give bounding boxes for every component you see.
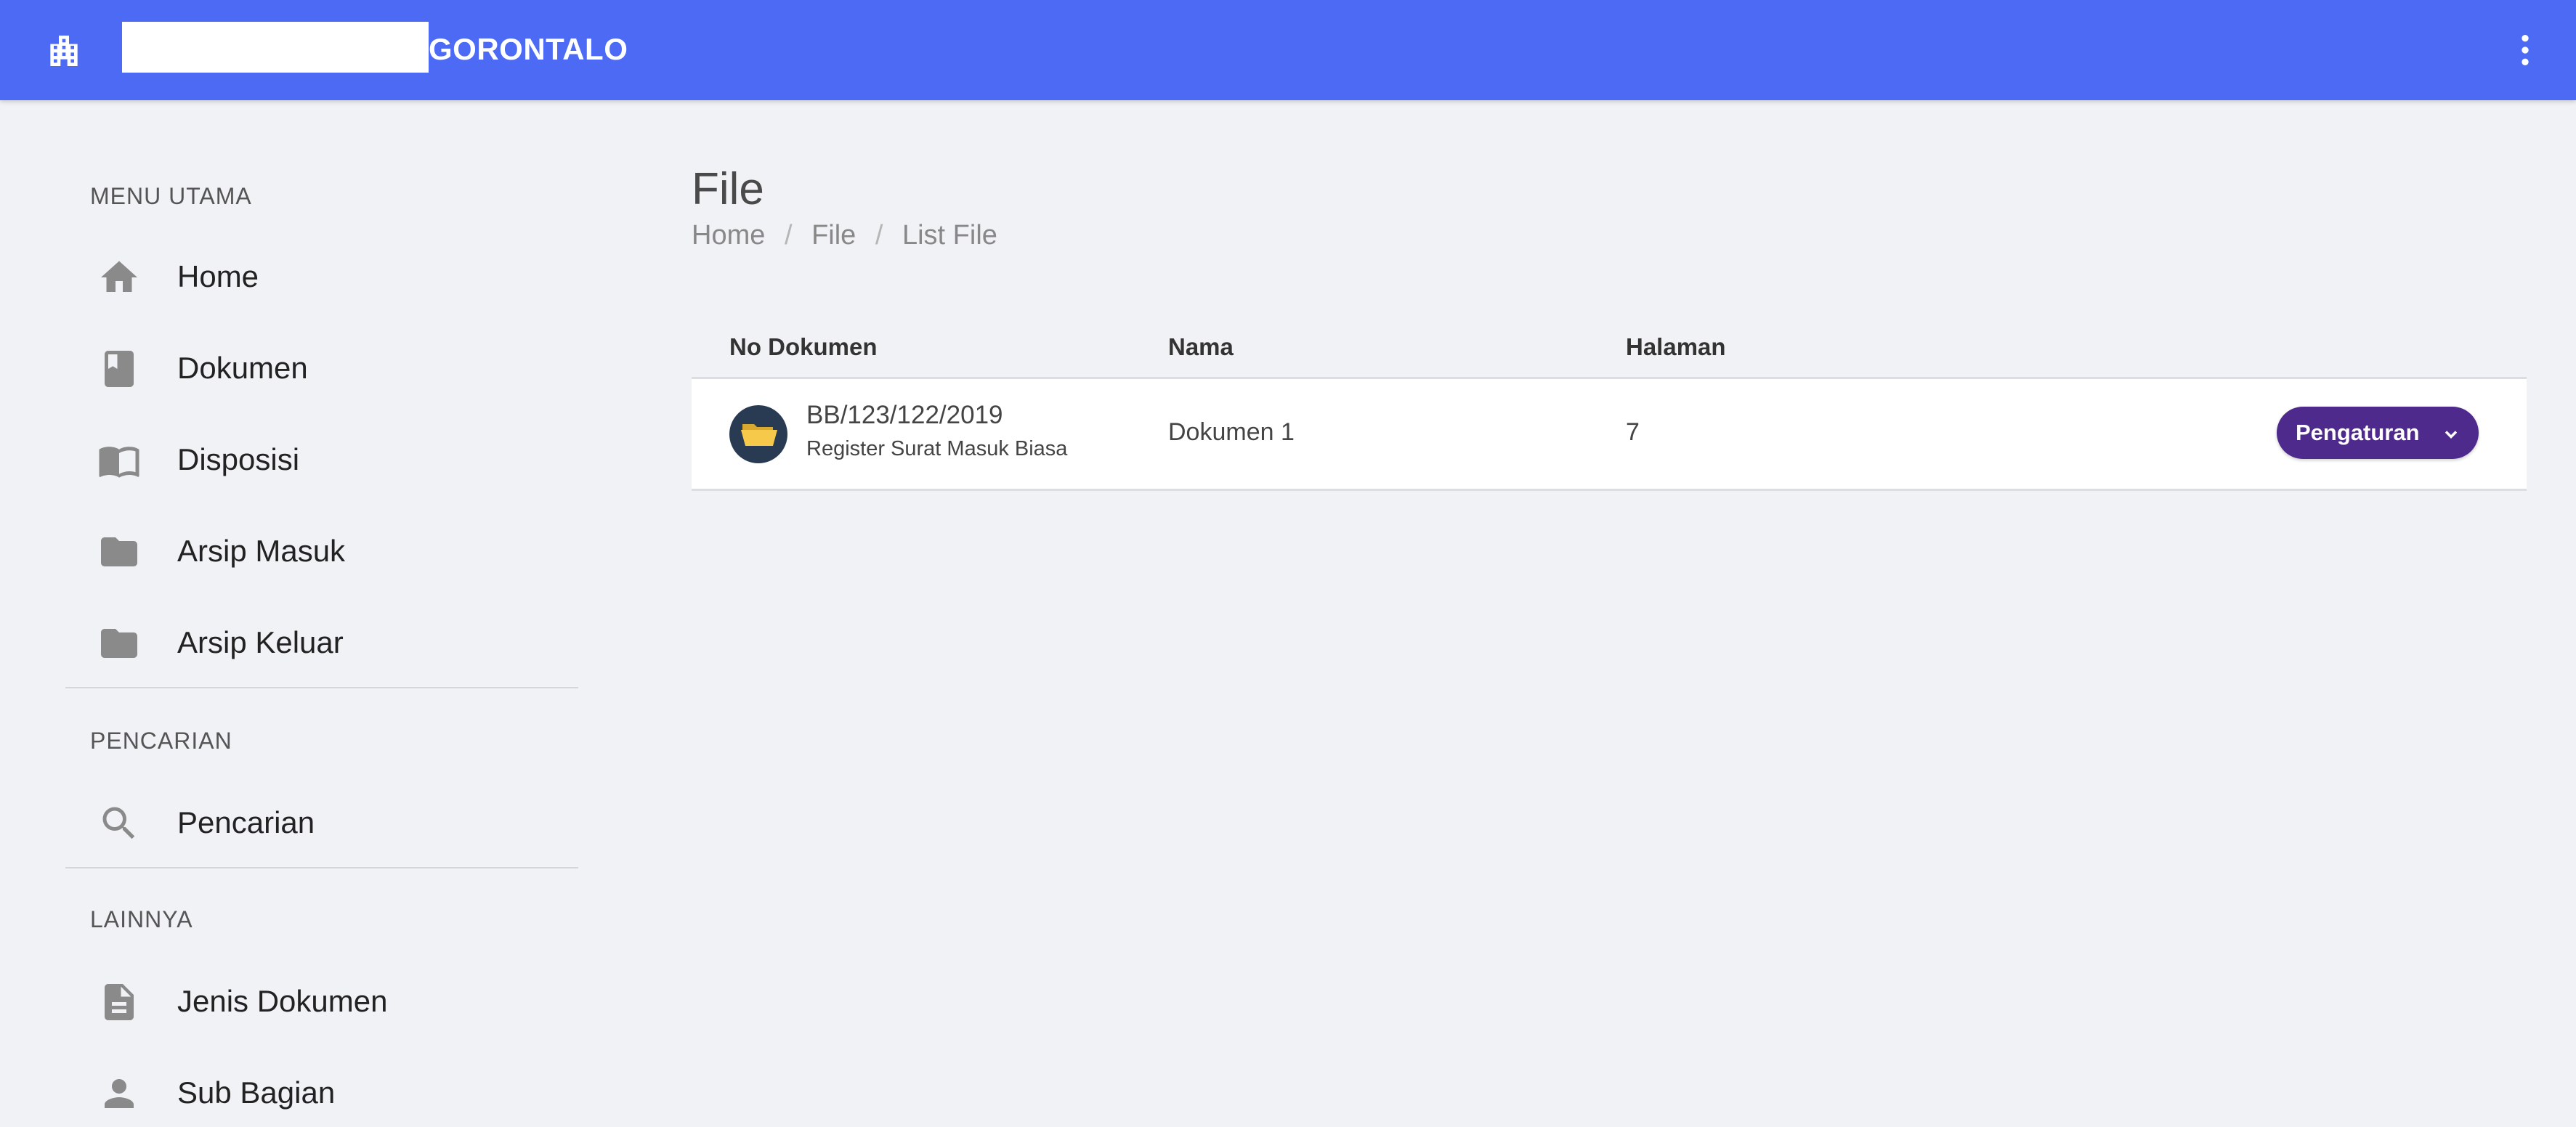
column-header-nama: Nama: [1168, 333, 1234, 360]
breadcrumb-separator: /: [784, 220, 793, 251]
column-header-no-dokumen: No Dokumen: [729, 333, 878, 360]
sidebar-item-label: Pencarian: [177, 805, 315, 839]
section-label-lainnya: LAINNYA: [90, 906, 193, 932]
sidebar-item-sub-bagian[interactable]: Sub Bagian: [73, 1051, 567, 1127]
doc-number: BB/123/122/2019: [806, 401, 1003, 429]
sidebar-item-dokumen[interactable]: Dokumen: [73, 327, 567, 407]
sidebar-item-label: Home: [177, 259, 259, 293]
page-title: File: [692, 164, 764, 214]
building-icon: [50, 36, 78, 66]
document-icon: [105, 984, 134, 1020]
home-icon: [101, 261, 137, 292]
open-book-icon: [99, 447, 139, 478]
sidebar-item-label: Arsip Masuk: [177, 534, 346, 568]
sidebar-divider: [65, 687, 578, 688]
book-icon: [105, 351, 134, 387]
column-header-halaman: Halaman: [1626, 333, 1726, 360]
section-label-menu-utama: MENU UTAMA: [90, 183, 252, 209]
breadcrumb-home[interactable]: Home: [692, 218, 765, 253]
breadcrumb-current: List File: [902, 220, 997, 251]
file-table: No Dokumen Nama Halaman BB/123/122/2019 …: [692, 315, 2527, 491]
search-icon: [102, 807, 135, 839]
doc-name: Dokumen 1: [1168, 418, 1295, 446]
sidebar-item-arsip-masuk[interactable]: Arsip Masuk: [73, 510, 567, 590]
more-vertical-icon[interactable]: [2505, 26, 2545, 74]
breadcrumb-separator: /: [875, 220, 883, 251]
sidebar-item-label: Arsip Keluar: [177, 625, 344, 659]
doc-register-type: Register Surat Masuk Biasa: [806, 437, 1068, 460]
settings-dropdown-button[interactable]: Pengaturan: [2277, 407, 2479, 459]
table-row: BB/123/122/2019 Register Surat Masuk Bia…: [692, 379, 2527, 491]
sidebar-item-jenis-dokumen[interactable]: Jenis Dokumen: [73, 960, 567, 1040]
breadcrumb-file[interactable]: File: [811, 218, 856, 253]
open-folder-icon: [729, 405, 787, 463]
chevron-down-icon: [2445, 431, 2458, 439]
app-header: GORONTALO: [0, 0, 2576, 100]
doc-pages: 7: [1626, 418, 1640, 446]
sidebar-divider: [65, 867, 578, 868]
person-icon: [105, 1079, 134, 1108]
sidebar-item-home[interactable]: Home: [73, 235, 567, 315]
folder-icon: [101, 629, 137, 658]
folder-icon: [101, 537, 137, 566]
sidebar-item-arsip-keluar[interactable]: Arsip Keluar: [73, 601, 567, 681]
breadcrumb: Home / File / List File: [692, 218, 997, 253]
section-label-pencarian: PENCARIAN: [90, 728, 232, 754]
sidebar-item-label: Jenis Dokumen: [177, 984, 388, 1018]
sidebar: MENU UTAMA Home Dokumen Disposisi Arsip …: [0, 100, 610, 1127]
sidebar-item-label: Disposisi: [177, 442, 300, 476]
table-header: No Dokumen Nama Halaman: [692, 315, 2527, 379]
sidebar-item-disposisi[interactable]: Disposisi: [73, 418, 567, 498]
redacted-title-block: [122, 22, 429, 73]
settings-button-label: Pengaturan: [2296, 420, 2420, 445]
sidebar-item-label: Dokumen: [177, 351, 308, 385]
sidebar-item-label: Sub Bagian: [177, 1075, 336, 1110]
sidebar-item-pencarian[interactable]: Pencarian: [73, 781, 567, 861]
app-title: GORONTALO: [429, 32, 628, 66]
